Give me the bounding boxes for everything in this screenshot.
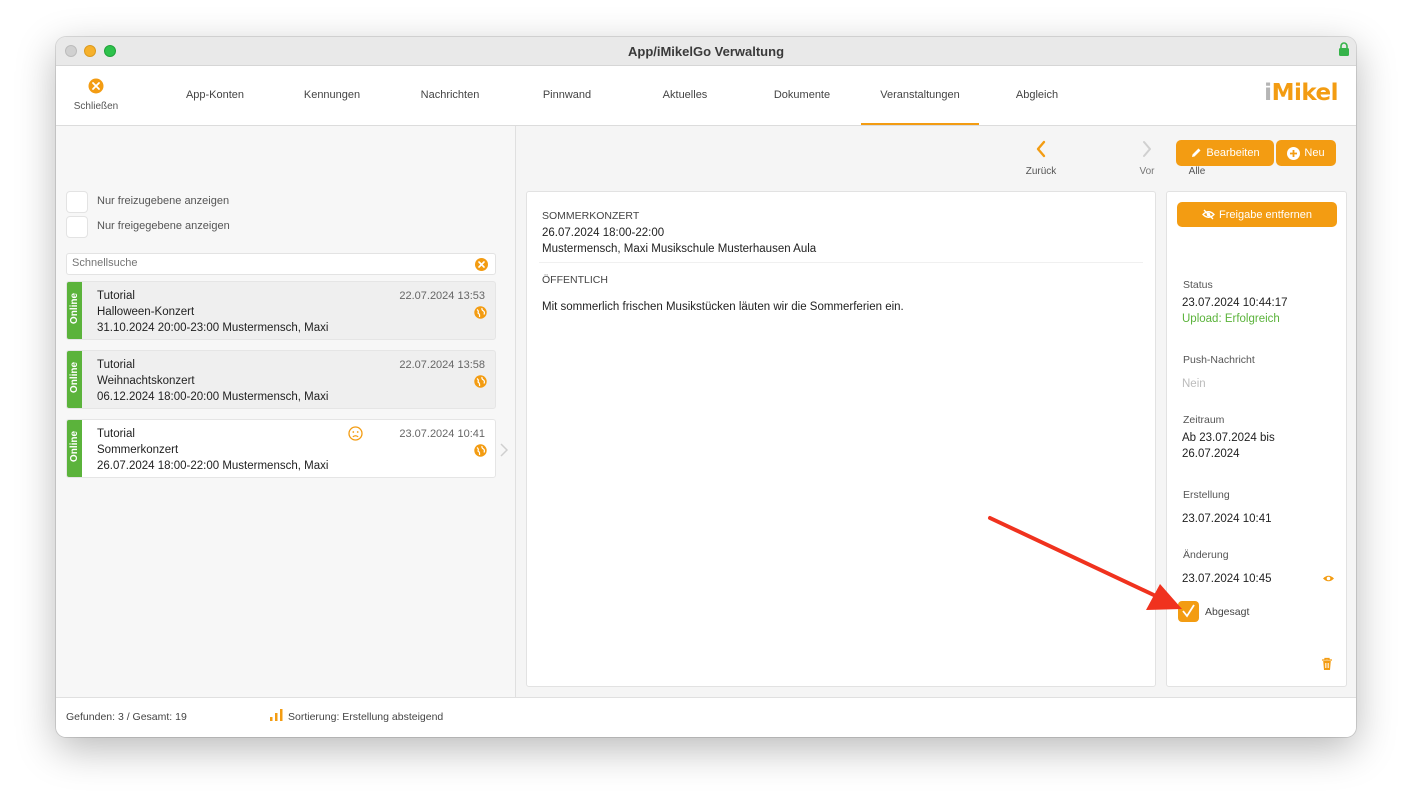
clear-search-icon[interactable] bbox=[475, 258, 488, 271]
app-window: App/iMikelGo Verwaltung Schließen App-Ko… bbox=[56, 37, 1356, 737]
event-detail-card: SOMMERKONZERT 26.07.2024 18:00-22:00 Mus… bbox=[526, 191, 1156, 687]
cancelled-checkbox[interactable] bbox=[1178, 601, 1199, 622]
divider bbox=[539, 262, 1143, 263]
filter-unreleased-checkbox[interactable] bbox=[66, 191, 88, 213]
item-details: 26.07.2024 18:00-22:00 Mustermensch, Max… bbox=[97, 460, 329, 472]
chevron-right-icon bbox=[500, 443, 508, 457]
pencil-icon bbox=[1192, 148, 1201, 157]
chevron-left-icon bbox=[1036, 140, 1046, 158]
tab-veranstaltungen[interactable]: Veranstaltungen bbox=[861, 89, 979, 101]
item-details: 06.12.2024 18:00-20:00 Mustermensch, Max… bbox=[97, 391, 329, 403]
edit-button[interactable]: Bearbeiten bbox=[1176, 140, 1274, 166]
event-meta-panel: Freigabe entfernen Status 23.07.2024 10:… bbox=[1166, 191, 1347, 687]
tab-pinnwand[interactable]: Pinnwand bbox=[508, 89, 626, 101]
item-date: 23.07.2024 10:41 bbox=[399, 428, 485, 440]
cancelled-label: Abgesagt bbox=[1205, 606, 1250, 618]
event-kicker: SOMMERKONZERT bbox=[542, 210, 640, 222]
forward-button[interactable]: Vor bbox=[1127, 140, 1167, 177]
lock-icon bbox=[1339, 42, 1349, 56]
checkmark-icon bbox=[1182, 604, 1195, 618]
close-circle-icon bbox=[88, 78, 104, 94]
event-visibility: ÖFFENTLICH bbox=[542, 274, 608, 286]
search-input[interactable] bbox=[72, 257, 467, 269]
item-name: Weihnachtskonzert bbox=[97, 375, 195, 387]
upload-status: Upload: Erfolgreich bbox=[1182, 313, 1280, 325]
item-title: Tutorial bbox=[97, 359, 135, 371]
filter-released-label: Nur freigegebene anzeigen bbox=[97, 220, 230, 232]
globe-icon bbox=[474, 375, 487, 388]
event-datetime: 26.07.2024 18:00-22:00 bbox=[542, 227, 665, 239]
chevron-right-icon bbox=[1143, 141, 1151, 157]
unpublish-label: Freigabe entfernen bbox=[1219, 208, 1312, 221]
sad-face-icon bbox=[348, 426, 363, 441]
tab-kennungen[interactable]: Kennungen bbox=[273, 89, 391, 101]
title-bar: App/iMikelGo Verwaltung bbox=[56, 37, 1356, 66]
changed-value: 23.07.2024 10:45 bbox=[1182, 573, 1272, 585]
tab-abgleich[interactable]: Abgleich bbox=[978, 89, 1096, 101]
globe-icon bbox=[474, 444, 487, 457]
eye-icon[interactable] bbox=[1322, 574, 1335, 583]
period-caption: Zeitraum bbox=[1183, 414, 1225, 426]
item-title: Tutorial bbox=[97, 428, 135, 440]
period-line2: 26.07.2024 bbox=[1182, 448, 1240, 460]
window-title: App/iMikelGo Verwaltung bbox=[627, 44, 785, 59]
globe-icon bbox=[474, 306, 487, 319]
status-caption: Status bbox=[1183, 279, 1213, 291]
sort-bars-icon[interactable] bbox=[270, 709, 284, 721]
created-caption: Erstellung bbox=[1183, 489, 1230, 501]
list-item[interactable]: Online Tutorial Halloween-Konzert 31.10.… bbox=[66, 281, 496, 340]
active-tab-indicator bbox=[861, 123, 979, 125]
push-caption: Push-Nachricht bbox=[1183, 354, 1255, 366]
tab-dokumente[interactable]: Dokumente bbox=[743, 89, 861, 101]
eye-slash-icon bbox=[1202, 209, 1215, 220]
imikel-logo: iMikel bbox=[1264, 80, 1338, 106]
tab-app-konten[interactable]: App-Konten bbox=[156, 89, 274, 101]
filter-unreleased-label: Nur freizugebene anzeigen bbox=[97, 195, 230, 207]
status-time: 23.07.2024 10:44:17 bbox=[1182, 297, 1288, 309]
plus-circle-icon bbox=[1287, 146, 1301, 160]
back-button[interactable]: Zurück bbox=[1021, 140, 1061, 177]
list-item[interactable]: Online Tutorial Weihnachtskonzert 06.12.… bbox=[66, 350, 496, 409]
item-name: Sommerkonzert bbox=[97, 444, 179, 456]
tab-nachrichten[interactable]: Nachrichten bbox=[391, 89, 509, 101]
item-title: Tutorial bbox=[97, 290, 135, 302]
status-badge: Online bbox=[67, 420, 82, 477]
created-value: 23.07.2024 10:41 bbox=[1182, 513, 1272, 525]
detail-pane: Zurück Vor Alle Bearbeiten Neu SOMMERKON… bbox=[517, 126, 1356, 697]
event-location: Mustermensch, Maxi Musikschule Musterhau… bbox=[542, 243, 817, 255]
trash-icon[interactable] bbox=[1321, 657, 1333, 671]
close-button[interactable]: Schließen bbox=[66, 78, 126, 112]
new-button[interactable]: Neu bbox=[1276, 140, 1336, 166]
status-bar: Gefunden: 3 / Gesamt: 19 Sortierung: Ers… bbox=[56, 697, 1356, 737]
item-details: 31.10.2024 20:00-23:00 Mustermensch, Max… bbox=[97, 322, 329, 334]
tab-aktuelles[interactable]: Aktuelles bbox=[626, 89, 744, 101]
close-button-label: Schließen bbox=[73, 101, 119, 112]
period-line1: Ab 23.07.2024 bis bbox=[1182, 432, 1275, 444]
edit-label: Bearbeiten bbox=[1206, 147, 1260, 159]
quick-search[interactable] bbox=[66, 253, 496, 275]
forward-label: Vor bbox=[1139, 166, 1155, 177]
new-label: Neu bbox=[1304, 147, 1325, 159]
push-value: Nein bbox=[1182, 378, 1206, 390]
sort-label[interactable]: Sortierung: Erstellung absteigend bbox=[288, 711, 443, 723]
back-label: Zurück bbox=[1025, 166, 1057, 177]
status-badge: Online bbox=[67, 351, 82, 408]
event-description: Mit sommerlich frischen Musikstücken läu… bbox=[542, 301, 904, 313]
changed-caption: Änderung bbox=[1183, 549, 1229, 561]
event-list-pane: Nur freizugebene anzeigen Nur freigegebe… bbox=[56, 126, 516, 697]
filter-released-checkbox[interactable] bbox=[66, 216, 88, 238]
item-name: Halloween-Konzert bbox=[97, 306, 195, 318]
item-date: 22.07.2024 13:58 bbox=[399, 359, 485, 371]
main-toolbar: Schließen App-Konten Kennungen Nachricht… bbox=[56, 66, 1356, 126]
item-date: 22.07.2024 13:53 bbox=[399, 290, 485, 302]
list-item-selected[interactable]: Online Tutorial Sommerkonzert 26.07.2024… bbox=[66, 419, 496, 478]
all-label: Alle bbox=[1188, 166, 1206, 177]
result-count: Gefunden: 3 / Gesamt: 19 bbox=[66, 711, 187, 723]
status-badge: Online bbox=[67, 282, 82, 339]
unpublish-button[interactable]: Freigabe entfernen bbox=[1177, 202, 1337, 227]
